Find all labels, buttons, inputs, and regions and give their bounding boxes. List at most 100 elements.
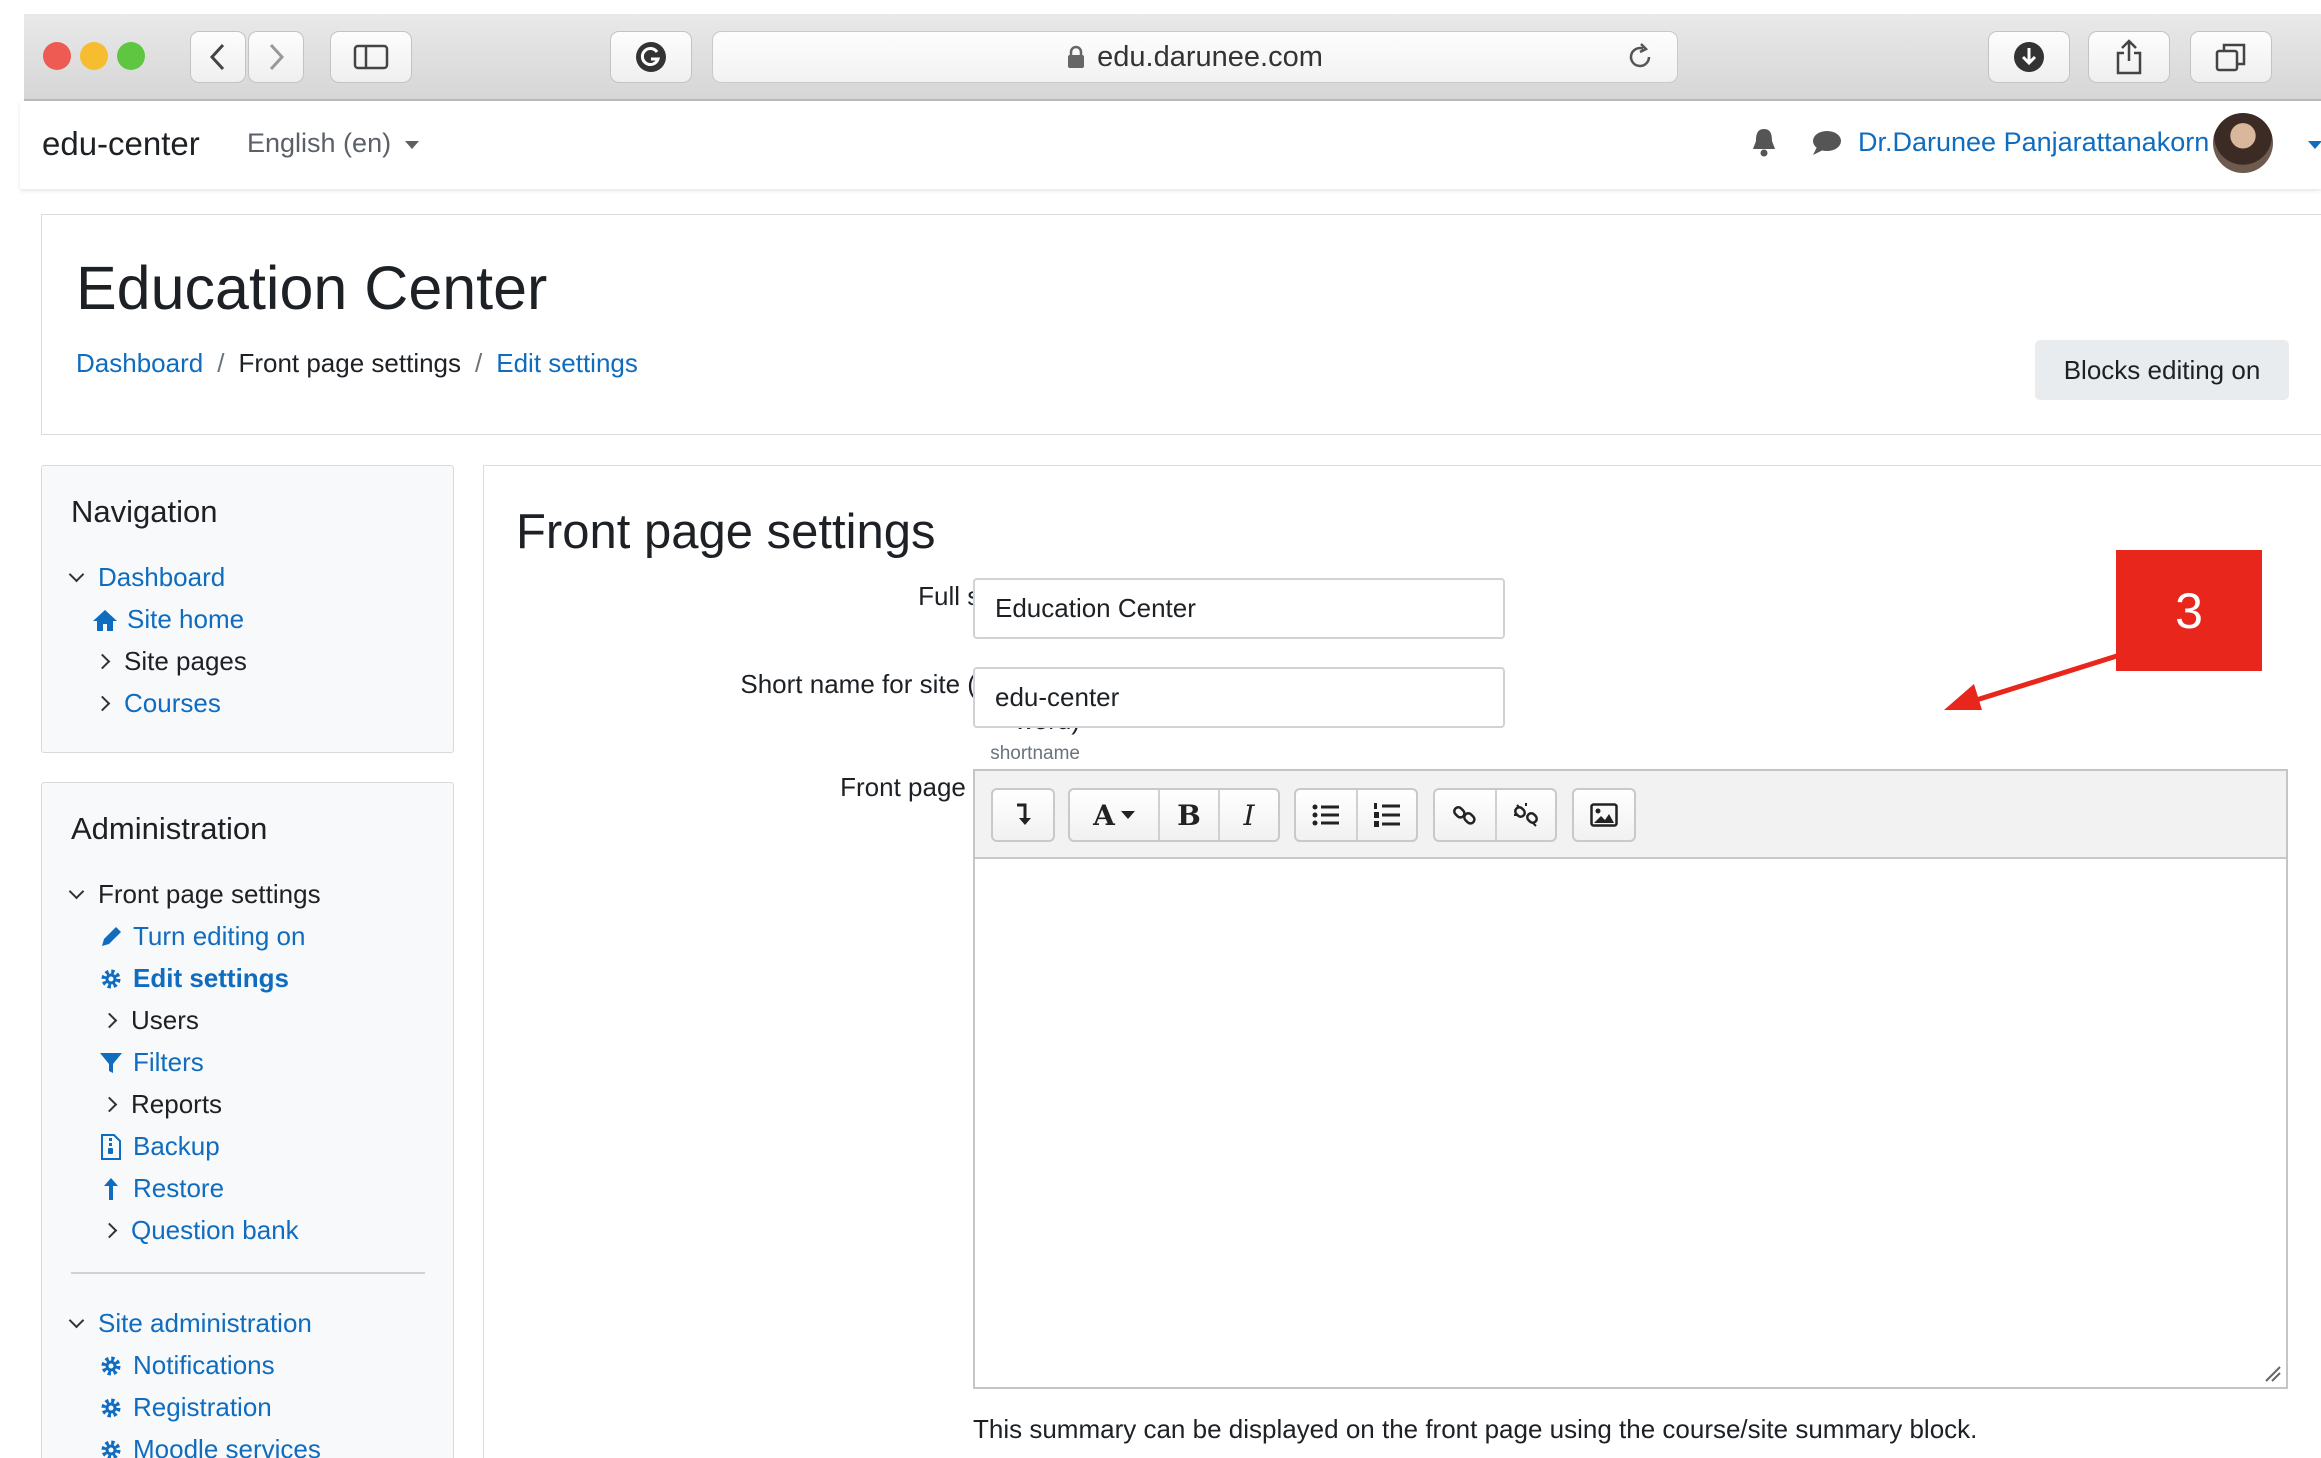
blocks-editing-button[interactable]: Blocks editing on xyxy=(2035,340,2289,400)
chevron-left-icon xyxy=(209,43,225,71)
admin-item-question-bank[interactable]: Question bank xyxy=(101,1215,299,1246)
unordered-list-icon xyxy=(1312,804,1339,826)
filter-icon xyxy=(97,1051,125,1075)
grammarly-extension-button[interactable] xyxy=(610,31,692,83)
admin-item-reports[interactable]: Reports xyxy=(101,1089,223,1120)
tabs-overview-button[interactable] xyxy=(2190,31,2272,83)
admin-item-backup[interactable]: Backup xyxy=(97,1131,220,1162)
reload-icon[interactable] xyxy=(1625,42,1655,72)
administration-block-title: Administration xyxy=(71,811,268,846)
toolbar-group-collapse xyxy=(991,788,1055,842)
toolbar-group-media xyxy=(1572,788,1636,842)
summary-editable-area[interactable] xyxy=(977,861,2284,1385)
nav-item-label: Site home xyxy=(127,604,245,634)
admin-item-site-administration[interactable]: Site administration xyxy=(68,1308,312,1339)
admin-item-users[interactable]: Users xyxy=(101,1005,199,1036)
admin-item-label: Edit settings xyxy=(133,963,290,993)
top-navbar: edu-center English (en) Dr.Darunee Panja… xyxy=(20,101,2321,189)
back-button[interactable] xyxy=(190,31,246,83)
window-zoom-button[interactable] xyxy=(117,42,145,70)
editor-toolbar: A B I xyxy=(975,771,2286,859)
caret-down-icon xyxy=(405,140,420,149)
language-label: English (en) xyxy=(247,128,392,158)
user-avatar[interactable] xyxy=(2213,113,2273,173)
chevron-right-icon xyxy=(269,43,285,71)
shortname-input[interactable]: edu-center xyxy=(973,667,1505,728)
admin-item-label: Backup xyxy=(133,1131,220,1161)
chevron-right-icon xyxy=(101,1096,118,1113)
pencil-icon xyxy=(97,925,125,949)
toolbar-ordered-list-button[interactable] xyxy=(1356,790,1416,840)
summary-editor: A B I xyxy=(973,769,2288,1389)
toolbar-image-button[interactable] xyxy=(1574,790,1634,840)
window-minimize-button[interactable] xyxy=(80,42,108,70)
nav-item-dashboard[interactable]: Dashboard xyxy=(68,562,226,593)
unlink-icon xyxy=(1514,803,1538,827)
nav-item-label: Dashboard xyxy=(98,562,226,592)
nav-item-label: Courses xyxy=(124,688,221,718)
summary-help-text: This summary can be displayed on the fro… xyxy=(973,1414,1978,1444)
admin-item-label: Site administration xyxy=(98,1308,312,1338)
language-menu[interactable]: English (en) xyxy=(247,128,420,159)
nav-item-site-pages[interactable]: Site pages xyxy=(94,646,247,677)
admin-item-moodle-services[interactable]: Moodle services xyxy=(97,1434,321,1458)
browser-toolbar: edu.darunee.com xyxy=(24,14,2321,101)
admin-item-notifications[interactable]: Notifications xyxy=(97,1350,275,1381)
user-menu-name[interactable]: Dr.Darunee Panjarattanakorn xyxy=(1858,127,2209,158)
form-heading: Front page settings xyxy=(516,505,936,559)
user-menu-caret-icon[interactable] xyxy=(2308,141,2321,149)
admin-item-filters[interactable]: Filters xyxy=(97,1047,204,1078)
resize-handle-icon[interactable] xyxy=(2264,1365,2282,1383)
bell-icon[interactable] xyxy=(1750,126,1778,158)
nav-item-courses[interactable]: Courses xyxy=(94,688,221,719)
address-bar[interactable]: edu.darunee.com xyxy=(712,31,1678,83)
messages-icon[interactable] xyxy=(1810,129,1842,157)
nav-item-site-home[interactable]: Site home xyxy=(91,604,244,635)
admin-item-edit-settings[interactable]: Edit settings xyxy=(97,963,289,994)
admin-item-label: Users xyxy=(131,1005,199,1035)
toolbar-paragraph-style-button[interactable]: A xyxy=(1070,790,1158,840)
chevron-down-icon xyxy=(68,1312,85,1329)
lock-icon xyxy=(1068,45,1085,68)
forward-button[interactable] xyxy=(248,31,304,83)
toolbar-unordered-list-button[interactable] xyxy=(1296,790,1356,840)
downloads-button[interactable] xyxy=(1988,31,2070,83)
font-style-icon: A xyxy=(1093,798,1115,832)
admin-item-registration[interactable]: Registration xyxy=(97,1392,272,1423)
caret-down-icon xyxy=(1120,811,1135,819)
toolbar-italic-button[interactable]: I xyxy=(1218,790,1278,840)
link-icon xyxy=(1453,806,1476,825)
sidebar-icon xyxy=(353,44,389,70)
chevron-right-icon xyxy=(94,653,111,670)
sidebar-toggle-button[interactable] xyxy=(330,31,412,83)
share-button[interactable] xyxy=(2088,31,2170,83)
admin-item-front-page-settings[interactable]: Front page settings xyxy=(68,879,321,910)
collapse-arrow-icon xyxy=(1017,803,1031,825)
chevron-right-icon xyxy=(101,1012,118,1029)
image-icon xyxy=(1590,803,1618,827)
download-icon xyxy=(2014,42,2044,72)
toolbar-group-lists xyxy=(1294,788,1418,842)
toolbar-collapse-button[interactable] xyxy=(993,790,1053,840)
admin-item-label: Moodle services xyxy=(133,1434,321,1458)
breadcrumb-edit-settings[interactable]: Edit settings xyxy=(496,348,638,378)
toolbar-unlink-button[interactable] xyxy=(1495,790,1555,840)
admin-item-turn-editing-on[interactable]: Turn editing on xyxy=(97,921,305,952)
breadcrumb-dashboard[interactable]: Dashboard xyxy=(76,348,203,378)
tabs-icon xyxy=(2215,43,2246,72)
admin-item-restore[interactable]: Restore xyxy=(97,1173,224,1204)
fullname-input[interactable]: Education Center xyxy=(973,578,1505,639)
breadcrumb-separator: / xyxy=(217,348,225,378)
toolbar-link-button[interactable] xyxy=(1435,790,1495,840)
upload-icon xyxy=(97,1176,125,1202)
breadcrumb-front-page-settings[interactable]: Front page settings xyxy=(238,348,461,378)
window-close-button[interactable] xyxy=(43,42,71,70)
gear-icon xyxy=(97,1354,125,1378)
breadcrumb: Dashboard / Front page settings / Edit setti… xyxy=(76,348,638,379)
nav-item-label: Site pages xyxy=(124,646,247,676)
admin-item-label: Reports xyxy=(131,1089,223,1119)
admin-item-label: Filters xyxy=(133,1047,204,1077)
navigation-block-title: Navigation xyxy=(71,494,218,529)
site-brand-link[interactable]: edu-center xyxy=(42,125,200,163)
toolbar-bold-button[interactable]: B xyxy=(1158,790,1218,840)
